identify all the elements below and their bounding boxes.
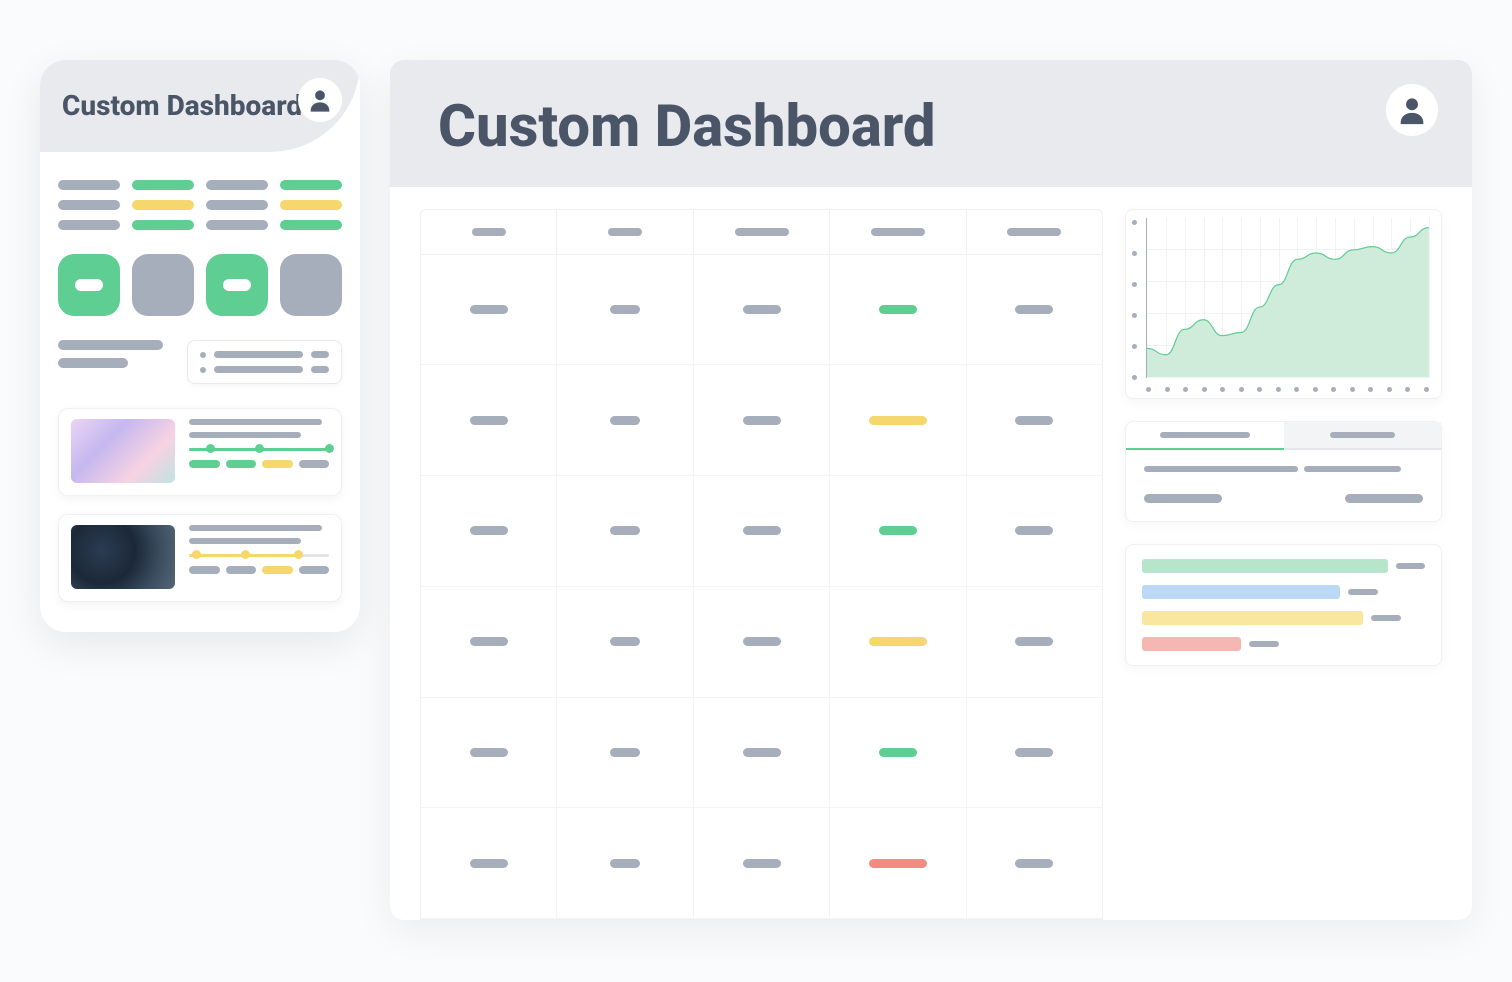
hbar-row — [1142, 559, 1425, 573]
table-row[interactable] — [421, 587, 1102, 698]
tab-1[interactable] — [1126, 422, 1283, 450]
table-row[interactable] — [421, 808, 1102, 919]
desktop-dashboard-mockup: Custom Dashboard — [390, 60, 1472, 920]
metric-tile[interactable] — [206, 254, 268, 316]
status-pill — [132, 200, 194, 210]
hbar-row — [1142, 585, 1425, 599]
status-pill — [132, 180, 194, 190]
status-pill — [280, 180, 342, 190]
status-pill — [58, 220, 120, 230]
mobile-dashboard-mockup: Custom Dashboard — [40, 60, 360, 632]
bullet-card[interactable] — [187, 340, 342, 384]
hbar-row — [1142, 637, 1425, 651]
metric-tile[interactable] — [132, 254, 194, 316]
metric-tile[interactable] — [58, 254, 120, 316]
user-icon — [306, 86, 334, 114]
metric-tile[interactable] — [280, 254, 342, 316]
status-pill-grid — [58, 180, 342, 230]
tab-2[interactable] — [1284, 422, 1441, 450]
area-chart — [1147, 218, 1429, 377]
tile-row — [58, 254, 342, 316]
placeholder-line — [58, 340, 163, 350]
status-pill — [58, 200, 120, 210]
status-pill — [280, 220, 342, 230]
table-row[interactable] — [421, 365, 1102, 476]
feed-card[interactable] — [58, 514, 342, 602]
thumbnail — [71, 419, 175, 483]
status-pill — [280, 200, 342, 210]
status-pill — [206, 220, 268, 230]
table-row[interactable] — [421, 476, 1102, 587]
thumbnail — [71, 525, 175, 589]
page-title: Custom Dashboard — [438, 96, 1424, 159]
feed-card[interactable] — [58, 408, 342, 496]
mobile-header: Custom Dashboard — [40, 60, 360, 152]
page-title: Custom Dashboard — [62, 90, 338, 122]
desktop-header: Custom Dashboard — [390, 60, 1472, 187]
table-row[interactable] — [421, 255, 1102, 366]
user-icon — [1395, 93, 1429, 127]
avatar[interactable] — [298, 78, 342, 122]
table-header — [421, 210, 1102, 255]
status-pill — [132, 220, 194, 230]
avatar[interactable] — [1386, 84, 1438, 136]
data-table[interactable] — [420, 209, 1103, 920]
hbar-row — [1142, 611, 1425, 625]
table-row[interactable] — [421, 698, 1102, 809]
status-pill — [206, 200, 268, 210]
status-pill — [206, 180, 268, 190]
note-row — [58, 340, 342, 384]
placeholder-line — [58, 358, 128, 368]
hbar-chart-widget[interactable] — [1125, 544, 1442, 666]
status-pill — [58, 180, 120, 190]
tabbed-card — [1125, 421, 1442, 522]
trend-chart-widget[interactable] — [1125, 209, 1442, 399]
